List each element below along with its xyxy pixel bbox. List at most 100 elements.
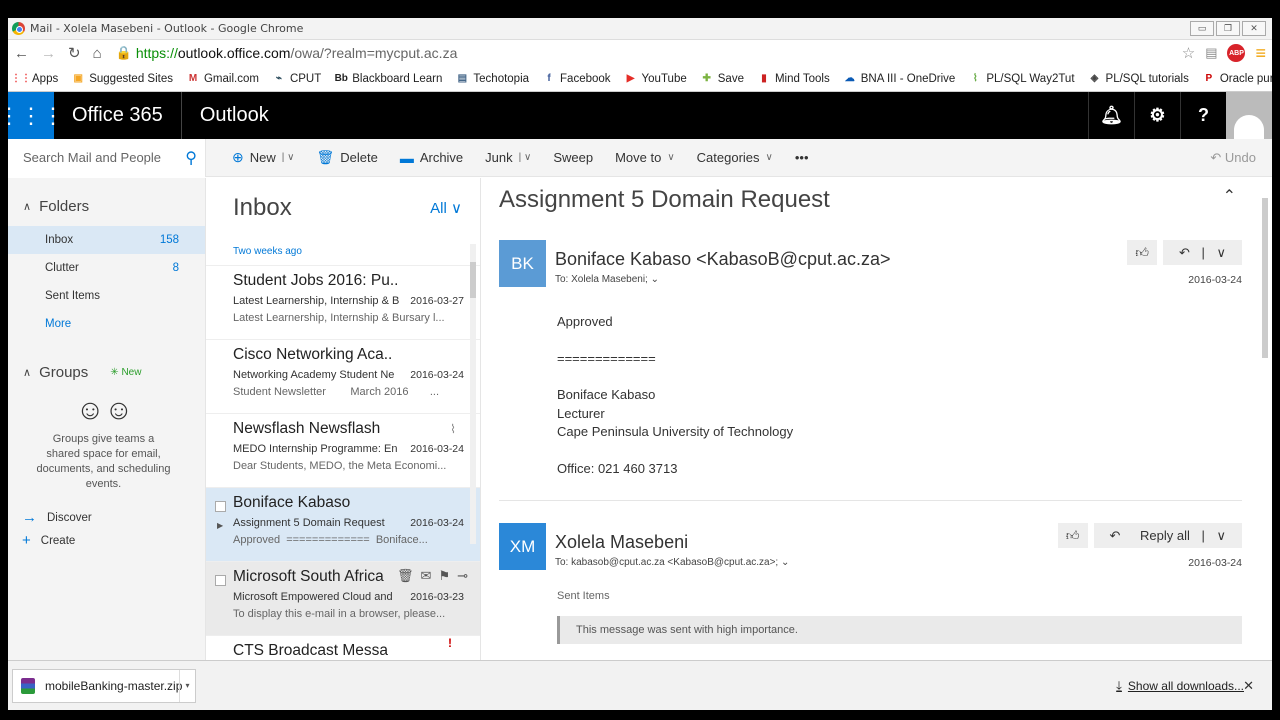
bookmark-mind-tools[interactable]: ▮ Mind Tools <box>757 72 830 86</box>
message-list: Inbox All ∨ Two weeks ago Student Jobs 2… <box>206 178 481 660</box>
body-blank-line <box>557 442 1242 460</box>
close-downloads-icon[interactable]: ✕ <box>1243 678 1254 694</box>
bookmark-gmail-com[interactable]: M Gmail.com <box>186 72 259 86</box>
back-icon[interactable]: ← <box>14 45 29 62</box>
move-to-button[interactable]: Move to ∨ <box>615 150 675 165</box>
download-item[interactable]: mobileBanking-master.zip ▾ <box>12 668 196 703</box>
url-field[interactable]: 🔒 https:// outlook.office.com /owa/?real… <box>114 42 1170 64</box>
junk-label: Junk <box>485 150 513 165</box>
create-link[interactable]: + Create <box>8 529 205 552</box>
bookmark-label: BNA III - OneDrive <box>860 72 956 85</box>
body-line: ============= <box>557 350 656 366</box>
bookmark-cput[interactable]: ⌁ CPUT <box>272 72 321 86</box>
folder-clutter[interactable]: Clutter 8 <box>8 254 205 282</box>
recipients: To: kabasob@cput.ac.za <KabasoB@cput.ac.… <box>555 557 1242 568</box>
search-box[interactable]: Search Mail and People ⚲ <box>8 138 206 177</box>
settings-gear-icon[interactable]: ⚙ <box>1134 92 1180 139</box>
select-checkbox[interactable] <box>215 575 226 586</box>
command-bar: Search Mail and People ⚲ ⊕ New | ∨ 🗑︎ Delet… <box>8 138 1272 177</box>
reload-icon[interactable]: ↻ <box>68 44 81 62</box>
list-item[interactable]: Newsflash Newsflash ⌇ MEDO Internship Pr… <box>206 414 480 488</box>
home-icon[interactable]: ⌂ <box>93 45 102 62</box>
folders-header[interactable]: ∧ Folders <box>8 192 205 220</box>
trash-icon[interactable]: 🗑︎ <box>397 568 414 584</box>
pin-icon[interactable]: ⊸ <box>457 568 468 584</box>
chevron-down-icon: ∨ <box>451 200 462 217</box>
app-launcher-icon[interactable]: ⋮⋮⋮ <box>8 92 64 139</box>
chevron-down-icon[interactable]: ∨ <box>1208 523 1234 548</box>
flag-icon[interactable]: ⚑ <box>438 568 450 584</box>
undo-button[interactable]: ↶ Undo <box>1210 150 1272 166</box>
chevron-down-icon[interactable]: ▾ <box>179 669 195 702</box>
list-item[interactable]: Student Jobs 2016: Pu.. Latest Learnersh… <box>206 266 480 340</box>
junk-button[interactable]: Junk | ∨ <box>485 150 531 165</box>
bookmark-oracle-pure[interactable]: P Oracle pure <box>1202 72 1273 86</box>
chevron-down-icon[interactable]: | ∨ <box>519 152 532 163</box>
help-icon[interactable]: ? <box>1180 92 1226 139</box>
adblock-icon[interactable]: ABP <box>1227 44 1246 62</box>
archive-button[interactable]: ▬ Archive <box>400 150 463 166</box>
extension-icon[interactable]: ▤ <box>1205 45 1217 61</box>
minimize-icon[interactable]: ▭ <box>1190 21 1214 36</box>
list-item[interactable]: Cisco Networking Aca.. Networking Academ… <box>206 340 480 414</box>
new-button[interactable]: ⊕ New | ∨ <box>232 149 294 166</box>
more-commands-button[interactable]: ••• <box>795 150 809 165</box>
bookmark-save[interactable]: ✚ Save <box>700 72 744 86</box>
like-icon[interactable]: 👍︎ <box>1127 240 1157 265</box>
chrome-menu-icon[interactable]: ≡ <box>1255 43 1266 64</box>
bookmark-techotopia[interactable]: ▤ Techotopia <box>455 72 529 86</box>
mark-read-icon[interactable]: ✉ <box>421 568 432 584</box>
select-checkbox[interactable] <box>215 501 226 512</box>
avatar[interactable] <box>1226 92 1272 139</box>
bookmark-apps[interactable]: ⋮⋮ Apps <box>11 72 58 86</box>
folder-inbox[interactable]: Inbox 158 <box>8 226 205 254</box>
discover-link[interactable]: → Discover <box>8 506 205 529</box>
message-date: 2016-03-24 <box>1188 274 1242 286</box>
bookmark-facebook[interactable]: f Facebook <box>542 72 610 86</box>
bookmark-pl-sql-tutorials[interactable]: ◈ PL/SQL tutorials <box>1088 72 1189 86</box>
date-group-header: Two weeks ago <box>206 238 480 266</box>
facebook-icon: f <box>547 73 551 84</box>
list-scrollbar[interactable] <box>470 244 476 544</box>
reply-all-button[interactable]: ↶ Reply all | ∨ <box>1093 523 1242 548</box>
office-365-title[interactable]: Office 365 <box>54 92 182 139</box>
list-item[interactable]: Microsoft South Africa 🗑︎ ✉ ⚑ ⊸ Microsoft E… <box>206 562 480 636</box>
folder-more-link[interactable]: More <box>8 310 205 338</box>
outlook-title[interactable]: Outlook <box>182 92 287 139</box>
star-icon[interactable]: ☆ <box>1182 44 1195 62</box>
bookmark-pl-sql-way2tut[interactable]: ⌇ PL/SQL Way2Tut <box>968 72 1075 86</box>
search-icon[interactable]: ⚲ <box>185 148 197 168</box>
bookmark-bna-iii-onedrive[interactable]: ☁ BNA III - OneDrive <box>843 72 956 86</box>
message-card: XM Xolela Masebeni To: kabasob@cput.ac.z… <box>499 523 1242 644</box>
chevron-down-icon[interactable]: | ∨ <box>282 152 295 163</box>
divider <box>499 500 1242 501</box>
restore-icon[interactable]: ❐ <box>1216 21 1240 36</box>
reply-options[interactable]: ↶ | ∨ <box>1162 240 1242 265</box>
close-window-icon[interactable]: ✕ <box>1242 21 1266 36</box>
undo-label: Undo <box>1224 149 1256 165</box>
categories-button[interactable]: Categories ∨ <box>697 150 773 165</box>
reading-scrollbar[interactable] <box>1262 198 1268 658</box>
list-item-selected[interactable]: ▶ Boniface Kabaso Assignment 5 Domain Re… <box>206 488 480 562</box>
sparkle-icon: ✳ <box>110 366 122 378</box>
message-sender: Student Jobs 2016: Pu.. <box>233 272 399 289</box>
collapse-all-icon[interactable]: ⌃ <box>1223 186 1236 214</box>
folder-sent-items[interactable]: Sent Items <box>8 282 205 310</box>
expand-recipients-icon[interactable]: ⌄ <box>781 557 789 568</box>
notifications-bell-icon[interactable]: 🔔︎ <box>1088 92 1134 139</box>
lock-icon: 🔒 <box>115 45 132 60</box>
conversation-header: Assignment 5 Domain Request ⌃ <box>499 186 1242 214</box>
like-icon[interactable]: 👍︎ <box>1057 523 1088 548</box>
bookmark-suggested-sites[interactable]: ▣ Suggested Sites <box>71 72 173 86</box>
expand-recipients-icon[interactable]: ⌄ <box>651 274 659 285</box>
sweep-button[interactable]: Sweep <box>553 150 593 165</box>
filter-dropdown[interactable]: All ∨ <box>430 199 462 217</box>
expand-thread-icon[interactable]: ▶ <box>217 521 223 530</box>
bookmark-youtube[interactable]: ▶ YouTube <box>624 72 687 86</box>
bookmark-blackboard-learn[interactable]: Bb Blackboard Learn <box>334 72 443 86</box>
delete-button[interactable]: 🗑︎ Delete <box>316 149 377 166</box>
groups-header[interactable]: ∧ Groups ✳ New <box>8 358 205 386</box>
list-item[interactable]: CTS Broadcast Messa ! <box>206 636 480 660</box>
forward-icon[interactable]: → <box>41 45 56 62</box>
groups-new-link[interactable]: ✳ New <box>110 367 141 378</box>
